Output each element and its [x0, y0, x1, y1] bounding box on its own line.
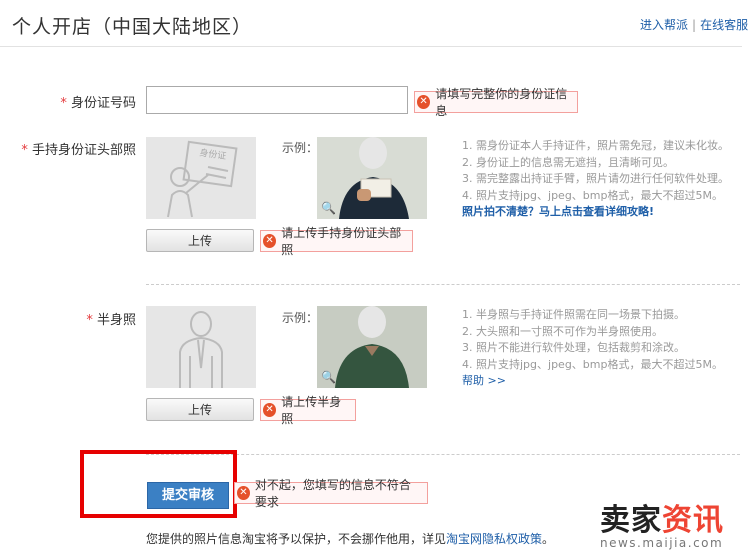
- hand-photo-tips: 1. 需身份证本人手持证件，照片需免冠，建议未化妆。 2. 身份证上的信息需无遮…: [462, 138, 748, 221]
- error-x-icon: ✕: [237, 486, 250, 500]
- svg-text:身份证: 身份证: [199, 146, 227, 162]
- hand-photo-label: * 手持身份证头部照: [12, 139, 136, 158]
- half-photo-label-text: 半身照: [96, 313, 136, 328]
- header-divider: [0, 46, 742, 47]
- upload-half-photo-button[interactable]: 上传: [146, 398, 254, 421]
- help-link[interactable]: 进入帮派: [640, 18, 688, 32]
- section-divider: [146, 284, 740, 285]
- header-link-separator: |: [692, 18, 697, 32]
- id-card-person-icon: 身份证: [167, 140, 238, 218]
- privacy-policy-link[interactable]: 淘宝网隐私权政策: [446, 532, 542, 546]
- required-star: *: [21, 143, 28, 158]
- error-x-icon: ✕: [263, 234, 277, 248]
- half-tip-3: 3. 照片不能进行软件处理，包括裁剪和涂改。: [462, 341, 685, 354]
- half-tip-4: 4. 照片支持jpg、jpeg、bmp格式，最大不超过5M。: [462, 357, 723, 371]
- hand-tip-1: 1. 需身份证本人手持证件，照片需免冠，建议未化妆。: [462, 139, 729, 152]
- error-x-icon: ✕: [417, 95, 431, 109]
- half-photo-example-label: 示例：: [282, 311, 319, 325]
- hand-photo-label-text: 手持身份证头部照: [31, 143, 136, 158]
- person-silhouette-icon: [179, 311, 223, 388]
- upload-hand-photo-button[interactable]: 上传: [146, 229, 254, 252]
- magnifier-icon[interactable]: 🔍: [321, 201, 336, 215]
- header-links: 进入帮派 | 在线客服: [640, 16, 748, 33]
- id-number-label-text: 身份证号码: [70, 96, 136, 111]
- half-photo-example-image: 🔍: [317, 306, 427, 388]
- watermark-text-a: 卖家: [600, 503, 662, 538]
- watermark-url: news.maijia.com: [600, 536, 724, 550]
- id-number-input[interactable]: [146, 86, 408, 114]
- page-title: 个人开店（中国大陆地区）: [12, 16, 253, 38]
- half-photo-placeholder[interactable]: [146, 306, 256, 388]
- hand-photo-placeholder[interactable]: 身份证: [146, 137, 256, 219]
- hand-tip-2: 2. 身份证上的信息需无遮挡，且清晰可见。: [462, 155, 674, 169]
- service-link[interactable]: 在线客服: [700, 18, 748, 32]
- watermark-logo: 卖家资讯 news.maijia.com: [600, 503, 724, 551]
- submit-error-text: 对不起，您填写的信息不符合要求: [254, 478, 411, 509]
- hand-photo-error-text: 请上传手持身份证头部照: [281, 226, 402, 257]
- required-star: *: [60, 96, 67, 111]
- half-tip-2: 2. 大头照和一寸照不可作为半身照使用。: [462, 324, 663, 338]
- error-x-icon: ✕: [263, 403, 277, 417]
- id-number-error: ✕ 请填写完整你的身份证信息: [414, 87, 578, 118]
- half-tip-1: 1. 半身照与手持证件照需在同一场景下拍摄。: [462, 308, 685, 321]
- privacy-notice: 您提供的照片信息淘宝将予以保护，不会挪作他用，详见淘宝网隐私权政策。: [146, 530, 554, 547]
- hand-photo-example-label: 示例：: [282, 141, 319, 155]
- half-photo-tips: 1. 半身照与手持证件照需在同一场景下拍摄。 2. 大头照和一寸照不可作为半身照…: [462, 307, 748, 390]
- required-star: *: [86, 313, 93, 328]
- hand-photo-error: ✕ 请上传手持身份证头部照: [260, 226, 413, 257]
- watermark-text-b: 资讯: [662, 503, 724, 538]
- half-photo-label: * 半身照: [40, 309, 136, 328]
- id-number-error-text: 请填写完整你的身份证信息: [435, 87, 568, 118]
- hand-photo-example-image: 🔍: [317, 137, 427, 219]
- magnifier-icon[interactable]: 🔍: [321, 370, 336, 384]
- privacy-notice-end: 。: [542, 532, 555, 546]
- submit-review-button[interactable]: 提交审核: [147, 482, 229, 509]
- half-photo-help-link[interactable]: 帮助 >>: [462, 373, 748, 390]
- id-number-label: * 身份证号码: [40, 92, 136, 111]
- photo-guide-link[interactable]: 照片拍不清楚？马上点击查看详细攻略!: [462, 204, 748, 221]
- hand-tip-3: 3. 需完整露出持证手臂，照片请勿进行任何软件处理。: [462, 172, 729, 185]
- hand-tip-4: 4. 照片支持jpg、jpeg、bmp格式，最大不超过5M。: [462, 188, 723, 202]
- submit-error: ✕ 对不起，您填写的信息不符合要求: [234, 478, 428, 509]
- half-photo-error: ✕ 请上传半身照: [260, 395, 356, 426]
- privacy-notice-text: 您提供的照片信息淘宝将予以保护，不会挪作他用，详见: [146, 532, 447, 546]
- half-photo-error-text: 请上传半身照: [281, 395, 342, 426]
